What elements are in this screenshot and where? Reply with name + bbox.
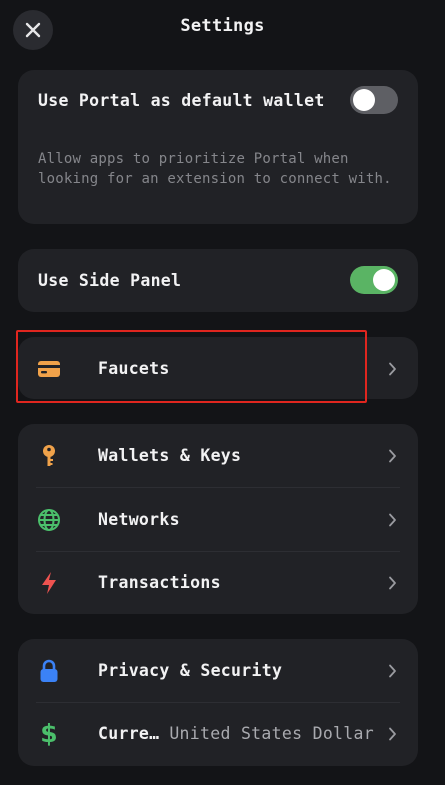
default-wallet-card: Use Portal as default wallet Allow apps … (18, 70, 418, 224)
lock-icon (36, 658, 62, 684)
wallet-settings-group: Wallets & Keys Networks Transactions (18, 424, 418, 614)
dollar-icon: $ (40, 719, 58, 748)
chevron-right-icon (386, 664, 398, 678)
default-wallet-description: Allow apps to prioritize Portal when loo… (38, 151, 392, 187)
chevron-right-icon (386, 362, 398, 376)
chevron-right-icon (386, 727, 398, 741)
key-icon (36, 443, 62, 469)
page-title: Settings (180, 16, 265, 36)
currency-row[interactable]: $ Curre… United States Dollar (18, 702, 418, 765)
privacy-security-row[interactable]: Privacy & Security (18, 639, 418, 702)
preferences-group: Privacy & Security $ Curre… United State… (18, 639, 418, 766)
default-wallet-label: Use Portal as default wallet (38, 90, 325, 110)
faucets-row[interactable]: Faucets (18, 337, 418, 400)
currency-label: Curre… (98, 724, 160, 743)
card-icon (36, 356, 62, 382)
networks-row[interactable]: Networks (18, 488, 418, 551)
wallets-keys-label: Wallets & Keys (98, 446, 242, 465)
faucets-label: Faucets (98, 359, 170, 378)
transactions-row[interactable]: Transactions (18, 551, 418, 614)
privacy-security-label: Privacy & Security (98, 661, 283, 680)
side-panel-card: Use Side Panel (18, 249, 418, 312)
chevron-right-icon (386, 449, 398, 463)
default-wallet-toggle[interactable] (350, 86, 398, 114)
settings-page: Settings Use Portal as default wallet Al… (0, 0, 445, 785)
chevron-right-icon (386, 576, 398, 590)
transactions-label: Transactions (98, 573, 221, 592)
side-panel-toggle[interactable] (350, 266, 398, 294)
currency-value: United States Dollar (169, 724, 374, 743)
faucets-card: Faucets (18, 337, 418, 399)
toggle-knob (353, 89, 375, 111)
toggle-knob (373, 269, 395, 291)
wallets-keys-row[interactable]: Wallets & Keys (18, 424, 418, 487)
networks-label: Networks (98, 510, 180, 529)
side-panel-label: Use Side Panel (38, 270, 182, 290)
lightning-icon (36, 570, 62, 596)
globe-icon (36, 507, 62, 533)
chevron-right-icon (386, 513, 398, 527)
